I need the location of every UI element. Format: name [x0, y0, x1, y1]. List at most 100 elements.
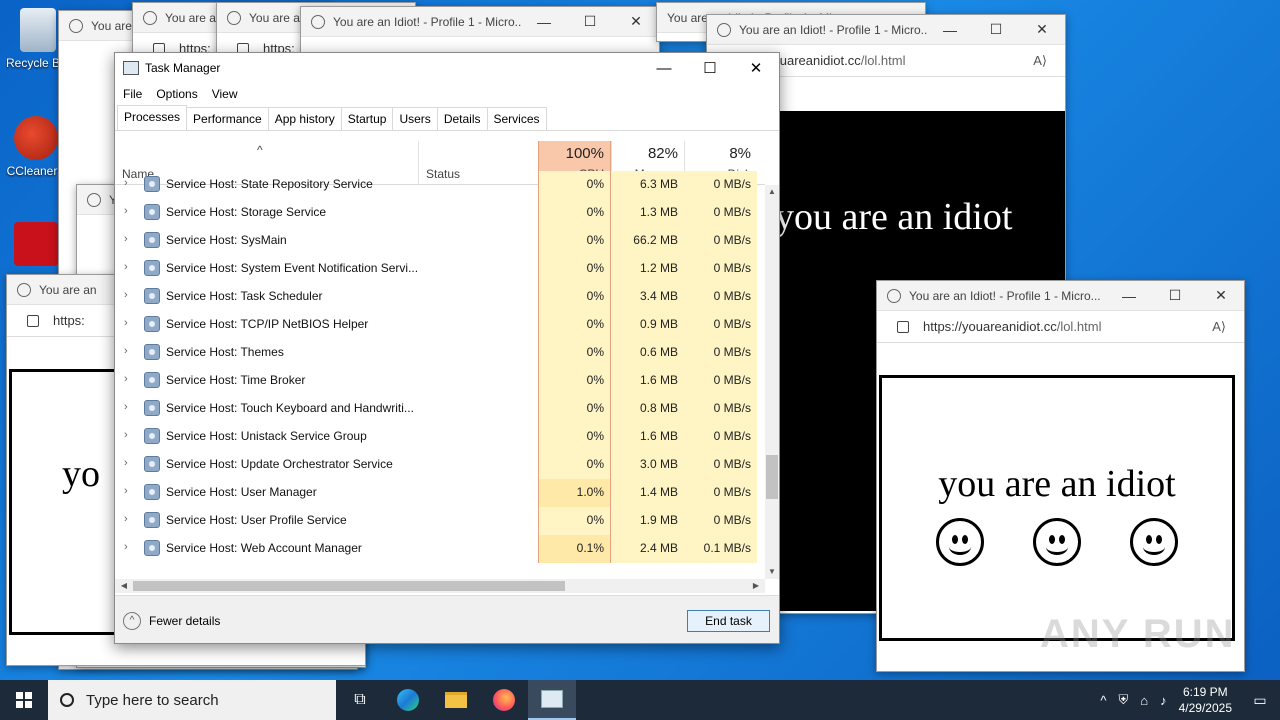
- tab-services[interactable]: Services: [486, 107, 547, 130]
- menu-view[interactable]: View: [212, 87, 238, 101]
- expand-chevron-icon[interactable]: ›: [124, 289, 128, 301]
- expand-chevron-icon[interactable]: ›: [124, 541, 128, 553]
- address-path: /lol.html: [860, 53, 906, 68]
- defender-icon[interactable]: ⛨: [1118, 692, 1128, 708]
- vertical-scrollbar[interactable]: ▲ ▼: [765, 185, 779, 579]
- task-view-button[interactable]: ⧉: [336, 680, 384, 720]
- maximize-icon[interactable]: ☐: [1152, 287, 1198, 304]
- expand-chevron-icon[interactable]: ›: [124, 513, 128, 525]
- expand-chevron-icon[interactable]: ›: [124, 345, 128, 357]
- process-row[interactable]: › Service Host: Touch Keyboard and Handwr…: [115, 395, 765, 423]
- expand-chevron-icon[interactable]: ›: [124, 233, 128, 245]
- gear-icon: [144, 316, 160, 332]
- process-memory: 1.2 MB: [611, 255, 684, 283]
- title-bar: You are an Idiot! - Profile 1 - Micro...…: [707, 15, 1065, 45]
- process-row[interactable]: › Service Host: System Event Notification…: [115, 255, 765, 283]
- end-task-button[interactable]: End task: [687, 610, 770, 632]
- network-icon[interactable]: ⌂: [1140, 693, 1148, 708]
- minimize-icon[interactable]: —: [521, 14, 567, 30]
- horizontal-scrollbar[interactable]: ◀ ▶: [115, 579, 765, 593]
- gear-icon: [144, 204, 160, 220]
- tab-processes[interactable]: Processes: [117, 105, 188, 130]
- gear-icon: [144, 512, 160, 528]
- volume-icon[interactable]: ♪: [1160, 693, 1167, 708]
- read-aloud-icon[interactable]: A⟩: [1212, 319, 1226, 335]
- close-icon[interactable]: ✕: [1019, 21, 1065, 38]
- tab-users[interactable]: Users: [392, 107, 438, 130]
- process-row[interactable]: › Service Host: TCP/IP NetBIOS Helper 0% 0.…: [115, 311, 765, 339]
- taskbar-search[interactable]: Type here to search: [48, 680, 336, 720]
- process-row[interactable]: › Service Host: Update Orchestrator Servi…: [115, 451, 765, 479]
- window-title: Task Manager: [145, 61, 221, 75]
- process-memory: 1.3 MB: [611, 199, 684, 227]
- idiot-phrase: you are an idiot: [938, 463, 1176, 505]
- clock-time: 6:19 PM: [1182, 685, 1228, 699]
- process-row[interactable]: › Service Host: Task Scheduler 0% 3.4 MB 0 M…: [115, 283, 765, 311]
- close-icon[interactable]: ✕: [1198, 287, 1244, 304]
- minimize-icon[interactable]: —: [1106, 288, 1152, 304]
- process-row[interactable]: › Service Host: Unistack Service Group 0% 1…: [115, 423, 765, 451]
- process-row[interactable]: › Service Host: User Profile Service 0% 1.9…: [115, 507, 765, 535]
- tab-startup[interactable]: Startup: [340, 107, 394, 130]
- read-aloud-icon[interactable]: A⟩: [1033, 53, 1047, 69]
- expand-chevron-icon[interactable]: ›: [124, 261, 128, 273]
- process-disk: 0 MB/s: [684, 311, 757, 339]
- expand-chevron-icon[interactable]: ›: [124, 485, 128, 497]
- menu-file[interactable]: File: [123, 87, 142, 101]
- maximize-icon[interactable]: ☐: [973, 21, 1019, 38]
- maximize-icon[interactable]: ☐: [567, 13, 613, 30]
- expand-chevron-icon[interactable]: ›: [124, 429, 128, 441]
- process-memory: 66.2 MB: [611, 227, 684, 255]
- expand-chevron-icon[interactable]: ›: [124, 205, 128, 217]
- process-row[interactable]: › Service Host: Themes 0% 0.6 MB 0 MB/s: [115, 339, 765, 367]
- scroll-thumb[interactable]: [766, 455, 778, 499]
- file-explorer-button[interactable]: [432, 680, 480, 720]
- task-manager-taskbar-button[interactable]: [528, 680, 576, 720]
- process-row[interactable]: › Service Host: Web Account Manager 0.1% 2.…: [115, 535, 765, 563]
- process-row[interactable]: › Service Host: User Manager 1.0% 1.4 MB 0 M…: [115, 479, 765, 507]
- process-row[interactable]: › Service Host: State Repository Service 0…: [115, 171, 765, 199]
- close-icon[interactable]: ✕: [733, 59, 779, 77]
- address-bar[interactable]: https://youareanidiot.cc/lol.html A⟩: [877, 311, 1244, 343]
- scroll-right-icon[interactable]: ▶: [749, 579, 763, 593]
- expand-chevron-icon[interactable]: ›: [124, 457, 128, 469]
- process-name: Service Host: Time Broker: [166, 373, 306, 387]
- scroll-thumb[interactable]: [133, 581, 565, 591]
- gear-icon: [144, 400, 160, 416]
- notification-icon[interactable]: ▭: [1240, 692, 1280, 709]
- scroll-left-icon[interactable]: ◀: [117, 579, 131, 593]
- task-manager-window[interactable]: Task Manager — ☐ ✕ File Options View Pro…: [114, 52, 780, 644]
- scroll-down-icon[interactable]: ▼: [765, 565, 779, 579]
- process-row[interactable]: › Service Host: Time Broker 0% 1.6 MB 0 MB/s: [115, 367, 765, 395]
- expand-chevron-icon[interactable]: ›: [124, 401, 128, 413]
- process-cpu: 0%: [538, 423, 611, 451]
- tab-app-history[interactable]: App history: [267, 107, 342, 130]
- expand-chevron-icon[interactable]: ›: [124, 373, 128, 385]
- maximize-icon[interactable]: ☐: [687, 59, 733, 77]
- close-icon[interactable]: ✕: [613, 13, 659, 30]
- process-row[interactable]: › Service Host: SysMain 0% 66.2 MB 0 MB/s: [115, 227, 765, 255]
- clock[interactable]: 6:19 PM 4/29/2025: [1179, 684, 1232, 716]
- task-manager-icon: [541, 690, 563, 708]
- minimize-icon[interactable]: —: [641, 60, 687, 77]
- expand-chevron-icon[interactable]: ›: [124, 177, 128, 189]
- edge-icon: [87, 192, 101, 207]
- scroll-up-icon[interactable]: ▲: [765, 185, 779, 199]
- process-cpu: 0%: [538, 227, 611, 255]
- edge-taskbar-button[interactable]: [384, 680, 432, 720]
- minimize-icon[interactable]: —: [927, 22, 973, 38]
- fewer-details-button[interactable]: ^ Fewer details: [123, 612, 220, 630]
- start-button[interactable]: [0, 680, 48, 720]
- process-cpu: 0%: [538, 171, 611, 199]
- tab-performance[interactable]: Performance: [186, 107, 269, 130]
- process-disk: 0 MB/s: [684, 227, 757, 255]
- chevron-up-icon[interactable]: ^: [1100, 693, 1106, 708]
- menu-options[interactable]: Options: [156, 87, 197, 101]
- process-memory: 1.9 MB: [611, 507, 684, 535]
- process-row[interactable]: › Service Host: Storage Service 0% 1.3 MB 0 …: [115, 199, 765, 227]
- process-cpu: 1.0%: [538, 479, 611, 507]
- expand-chevron-icon[interactable]: ›: [124, 317, 128, 329]
- firefox-button[interactable]: [480, 680, 528, 720]
- tab-details[interactable]: Details: [436, 107, 488, 130]
- lock-icon: [27, 314, 39, 327]
